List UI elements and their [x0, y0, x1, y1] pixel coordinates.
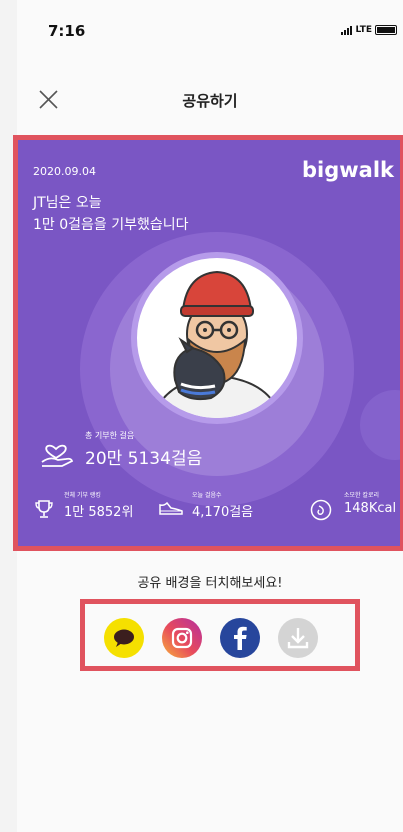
card-date: 2020.09.04 [33, 165, 96, 178]
share-card[interactable]: 2020.09.04 bigwalk JT님은 오늘 1만 0걸음을 기부했습니… [18, 140, 400, 546]
instagram-icon [171, 627, 193, 649]
character-illustration [149, 270, 285, 418]
stat-value: 4,170걸음 [192, 505, 254, 520]
headline-line-2: 1만 0걸음을 기부했습니다 [33, 217, 189, 233]
total-donated-value: 20만 5134걸음 [85, 449, 203, 469]
total-donated-label: 총 기부한 걸음 [85, 431, 135, 440]
page-title: 공유하기 [182, 92, 238, 110]
facebook-icon [234, 626, 247, 650]
calorie-icon [310, 499, 332, 521]
network-type: LTE [355, 25, 372, 35]
stat-value: 148Kcal [344, 501, 397, 516]
trophy-icon [35, 500, 53, 518]
stat-steps: 오늘 걸음수 4,170걸음 [158, 487, 278, 527]
card-headline: JT님은 오늘 1만 0걸음을 기부했습니다 [33, 192, 189, 236]
share-card-highlight: 2020.09.04 bigwalk JT님은 오늘 1만 0걸음을 기부했습니… [13, 135, 403, 551]
status-bar: 7:16 LTE [17, 0, 403, 60]
total-donated: 총 기부한 걸음 20만 5134걸음 [40, 430, 260, 474]
kakaotalk-icon [114, 629, 134, 647]
background-decoration [360, 390, 400, 460]
share-screen: 7:16 LTE 공유하기 2020.09.04 bigwalk JT님은 오늘… [13, 0, 403, 832]
status-indicators: LTE [341, 25, 397, 35]
stats-row: 전체 기부 랭킹 1만 5852위 오늘 걸음수 4,170걸음 소모한 칼로리… [34, 487, 400, 527]
sneaker-icon [159, 501, 183, 515]
stat-label: 소모한 칼로리 [344, 492, 380, 499]
share-buttons [104, 618, 318, 658]
kakaotalk-button[interactable] [104, 618, 144, 658]
bigwalk-logo: bigwalk [302, 158, 394, 182]
download-button[interactable] [278, 618, 318, 658]
header: 공유하기 [17, 78, 403, 122]
share-buttons-highlight [80, 599, 360, 671]
battery-icon [375, 25, 397, 35]
stat-label: 전체 기부 랭킹 [64, 492, 101, 499]
heart-hand-icon [41, 444, 74, 467]
status-time: 7:16 [48, 22, 86, 40]
headline-line-1: JT님은 오늘 [33, 195, 102, 211]
instagram-button[interactable] [162, 618, 202, 658]
signal-icon [341, 25, 353, 35]
stat-value: 1만 5852위 [64, 505, 134, 520]
stat-ranking: 전체 기부 랭킹 1만 5852위 [34, 487, 154, 527]
stat-label: 오늘 걸음수 [192, 492, 222, 499]
download-icon [287, 628, 309, 649]
stat-calories: 소모한 칼로리 148Kcal [310, 487, 400, 527]
share-hint: 공유 배경을 터치해보세요! [137, 576, 283, 591]
facebook-button[interactable] [220, 618, 260, 658]
